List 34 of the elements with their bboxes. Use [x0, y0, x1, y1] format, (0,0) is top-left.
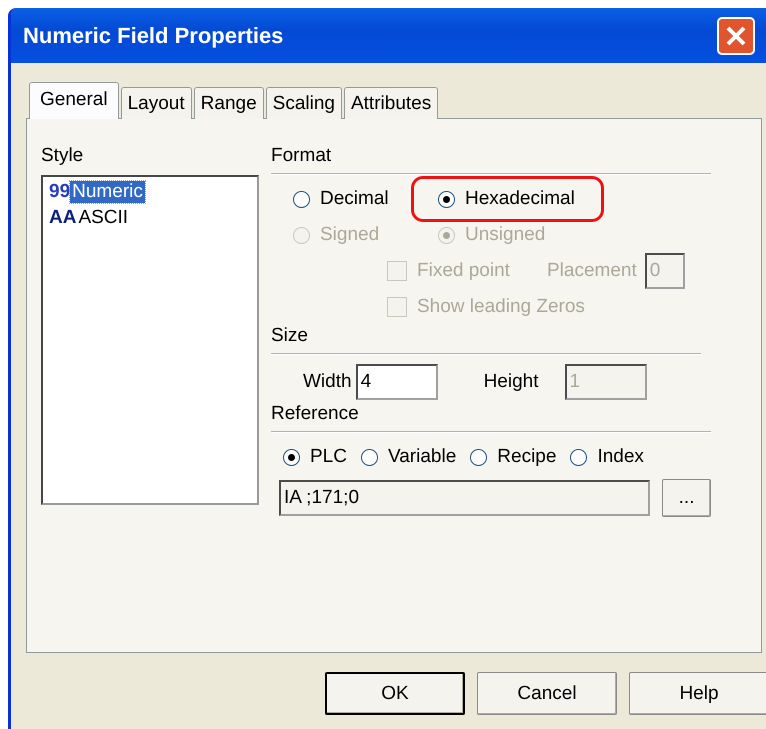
dialog-button[interactable]: Help [629, 672, 766, 715]
field-label: Placement [547, 260, 637, 282]
checkbox-icon [387, 297, 407, 317]
group-label: Format [271, 145, 332, 167]
browse-button[interactable]: ... [662, 479, 711, 517]
style-glyph: 99 [49, 181, 70, 203]
dialog-button[interactable]: OK [325, 672, 465, 715]
dialog-button[interactable]: Cancel [477, 672, 617, 715]
checkbox-icon [387, 261, 407, 281]
close-button[interactable] [717, 16, 755, 54]
list-item[interactable]: ASCII [76, 207, 130, 229]
radio-option[interactable]: Recipe [470, 446, 556, 468]
list-item[interactable]: Numeric [70, 181, 145, 203]
field-label: Width [303, 371, 352, 393]
radio-option[interactable]: Variable [360, 446, 456, 468]
address-field[interactable]: IA ;171;0 [279, 480, 650, 516]
width-field[interactable]: 4 [356, 364, 438, 400]
radio-option[interactable]: Decimal [293, 188, 438, 210]
tab[interactable]: Range [194, 87, 264, 119]
tab[interactable]: Layout [120, 87, 192, 119]
group-label: Reference [271, 403, 360, 425]
tab[interactable]: Attributes [344, 87, 438, 119]
style-list[interactable]: 99 Numeric AAASCII [41, 175, 259, 505]
style-glyph: AA [49, 207, 76, 229]
radio-option[interactable]: Hexadecimal [438, 188, 575, 210]
group-label: Style [41, 145, 84, 167]
radio-option[interactable]: PLC [283, 446, 347, 468]
window-title: Numeric Field Properties [23, 22, 284, 48]
close-icon [725, 24, 747, 46]
tab[interactable]: Scaling [266, 87, 342, 119]
radio-option[interactable]: Index [570, 446, 644, 468]
field-label: Height [484, 371, 538, 393]
group-label: Size [271, 325, 309, 347]
tab[interactable]: General [29, 82, 119, 119]
